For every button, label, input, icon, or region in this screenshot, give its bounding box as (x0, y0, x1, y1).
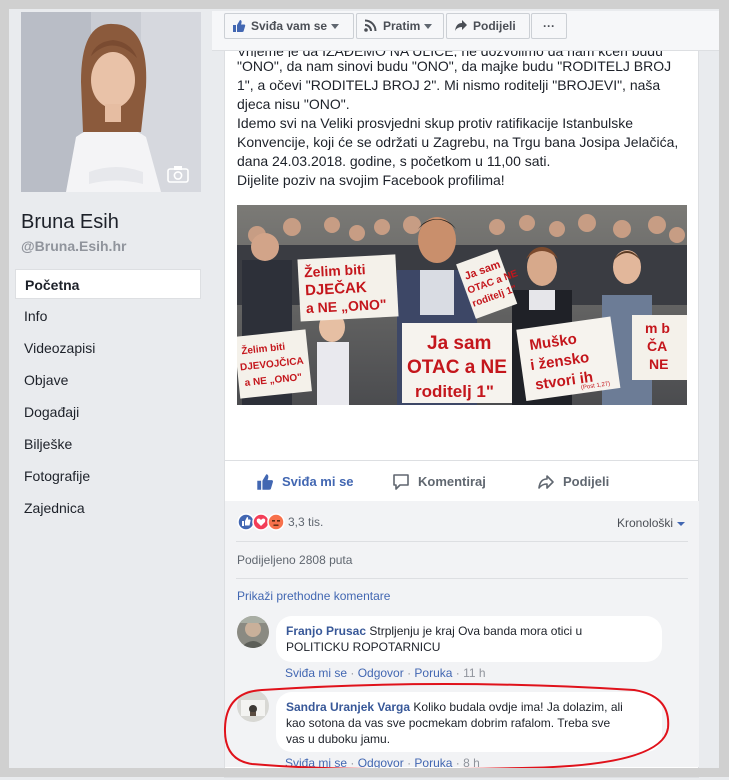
post-line: Dijelite poziv na svojim Facebook profil… (237, 172, 505, 188)
sign-text: ČA (647, 337, 667, 354)
like-button[interactable]: Sviđa mi se (256, 471, 354, 493)
page-like-label: Sviđa vam se (251, 19, 328, 33)
like-label: Sviđa mi se (282, 474, 354, 489)
comment-message-link[interactable]: Poruka (414, 666, 452, 680)
nav-item-dogadaji[interactable]: Događaji (15, 397, 201, 427)
more-button[interactable]: ··· (531, 13, 567, 39)
comment-button[interactable]: Komentiraj (392, 471, 486, 493)
comment-text: kao sotona da vas sve pocmekam dobrim ra… (286, 716, 611, 730)
nav-item-fotografije[interactable]: Fotografije (15, 461, 201, 491)
chevron-down-icon (424, 24, 433, 30)
comment-icon (393, 474, 409, 490)
sign-text: Ja sam (427, 333, 491, 354)
comment-meta: Sviđa mi se · Odgovor · Poruka · 8 h (285, 756, 480, 770)
commenter-photo (237, 690, 269, 722)
nav-item-objave[interactable]: Objave (15, 365, 201, 395)
share-page-button[interactable]: Podijeli (446, 13, 530, 39)
comment-author[interactable]: Sandra Uranjek Varga (286, 700, 410, 714)
comment-bubble: Franjo Prusac Strpljenju je kraj Ova ban… (276, 616, 662, 662)
comment-label: Komentiraj (418, 474, 486, 489)
share-arrow-icon (538, 475, 554, 489)
commenter-photo (237, 616, 269, 648)
follow-button[interactable]: Pratim (356, 13, 444, 39)
comment-bubble: Sandra Uranjek Varga Koliko budala ovdje… (276, 692, 662, 752)
post-line: djeca nisu "ONO". (237, 96, 350, 112)
page-name[interactable]: Bruna Esih (21, 211, 119, 234)
post-line: Idemo svi na Veliki prosvjedni skup prot… (237, 115, 634, 131)
comment-meta: Sviđa mi se · Odgovor · Poruka · 11 h (285, 666, 486, 680)
divider (236, 578, 688, 579)
comment-text: POLITICKU ROPOTARNICU (286, 640, 441, 654)
post-text: Vrijeme je da IZAĐEMO NA ULICE, ne dozvo… (237, 43, 691, 190)
comment-text: vas u duboku jamu. (286, 732, 391, 746)
nav-item-biljeske[interactable]: Bilješke (15, 429, 201, 459)
comment-text: Koliko budala ovdje ima! Ja dolazim, ali (413, 700, 623, 714)
page-like-button[interactable]: Sviđa vam se (224, 13, 354, 39)
comment-message-link[interactable]: Poruka (414, 756, 452, 770)
chevron-down-icon (331, 24, 340, 30)
share-page-label: Podijeli (473, 19, 516, 33)
page-action-bar: Sviđa vam se Pratim Podijeli ··· (212, 11, 720, 51)
comment-like-link[interactable]: Sviđa mi se (285, 756, 347, 770)
nav-item-videozapisi[interactable]: Videozapisi (15, 333, 201, 363)
more-dots-icon: ··· (543, 19, 555, 33)
reaction-count[interactable]: 3,3 tis. (288, 515, 323, 529)
share-label: Podijeli (563, 474, 610, 489)
sign-text: roditelj 1" (415, 382, 494, 401)
post-line: "ONO", da nam sinovi budu "ONO", da majk… (237, 58, 672, 74)
love-reaction-icon (252, 513, 270, 531)
share-arrow-icon (455, 20, 467, 31)
divider (236, 541, 688, 542)
sort-label: Kronološki (617, 516, 674, 530)
sort-dropdown[interactable]: Kronološki (617, 516, 686, 530)
nav-item-pocetna[interactable]: Početna (15, 269, 201, 299)
follow-label: Pratim (383, 19, 421, 33)
share-count[interactable]: Podijeljeno 2808 puta (237, 553, 352, 567)
comment-time[interactable]: 8 h (463, 756, 480, 770)
reaction-icons[interactable] (237, 513, 287, 531)
share-button[interactable]: Podijeli (537, 471, 609, 493)
protest-photo: Želim biti DJEČAK a NE „ONO" Ja sam OTAC… (237, 205, 687, 405)
camera-icon[interactable] (167, 165, 189, 183)
comment-reply-link[interactable]: Odgovor (358, 756, 404, 770)
like-reaction-icon (237, 513, 255, 531)
comment-text: Strpljenju je kraj Ova banda mora otici … (369, 624, 583, 638)
post-photo[interactable]: Želim biti DJEČAK a NE „ONO" Ja sam OTAC… (237, 205, 687, 405)
view-previous-comments-link[interactable]: Prikaži prethodne komentare (237, 589, 390, 603)
chevron-down-icon (677, 521, 686, 526)
nav-item-zajednica[interactable]: Zajednica (15, 493, 201, 523)
comment-author[interactable]: Franjo Prusac (286, 624, 366, 638)
commenter-avatar[interactable] (237, 616, 269, 648)
comment-like-link[interactable]: Sviđa mi se (285, 666, 347, 680)
nav-item-info[interactable]: Info (15, 301, 201, 331)
commenter-avatar[interactable] (237, 690, 269, 722)
thumbs-up-icon (257, 474, 273, 490)
comment-reply-link[interactable]: Odgovor (358, 666, 404, 680)
angry-reaction-icon (267, 513, 285, 531)
post-line: 1", a očevi "RODITELJ BROJ 2". Mi nismo … (237, 77, 661, 93)
sign-text: OTAC a NE (407, 357, 507, 378)
thumbs-up-icon (233, 20, 246, 32)
post-line: Konvencije, koji će se održati u Zagrebu… (237, 134, 679, 150)
comment-time[interactable]: 11 h (463, 666, 485, 680)
sign-text: Želim biti (304, 260, 366, 280)
sign-text: NE (649, 356, 668, 372)
rss-icon (364, 19, 377, 32)
sign-text: DJEČAK (305, 278, 368, 299)
post-line: dana 24.03.2018. godine, s početkom u 11… (237, 153, 551, 169)
divider (225, 460, 699, 461)
page-handle[interactable]: @Bruna.Esih.hr (21, 238, 126, 254)
sign-text: m b (645, 320, 670, 336)
